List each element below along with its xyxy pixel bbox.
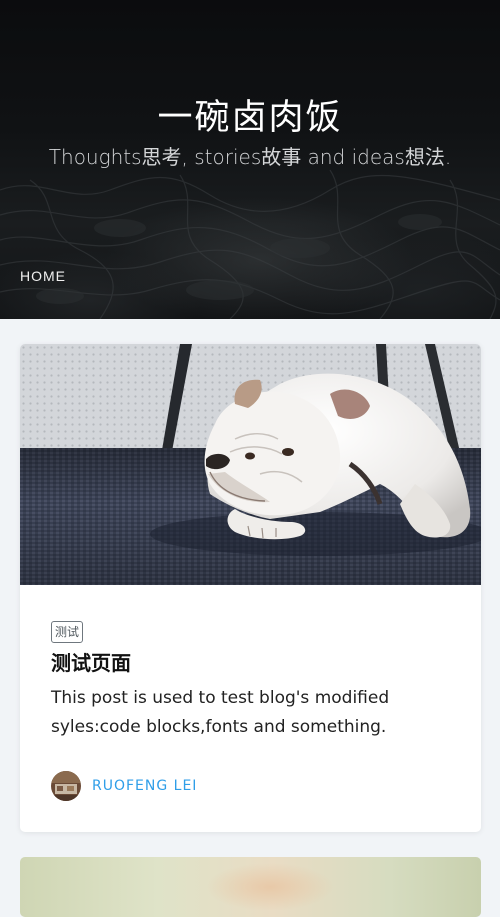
post-excerpt: This post is used to test blog's modifie… bbox=[51, 688, 390, 737]
nav-home-link[interactable]: HOME bbox=[20, 268, 66, 284]
site-subtitle: Thoughts思考, stories故事 and ideas想法. bbox=[48, 145, 452, 169]
author-avatar[interactable] bbox=[51, 771, 81, 801]
post-tag[interactable]: 测试 bbox=[51, 621, 84, 643]
post-author: RUOFENG LEI bbox=[51, 770, 197, 802]
post-cover-image[interactable] bbox=[20, 344, 481, 585]
author-name-link[interactable]: RUOFENG LEI bbox=[92, 778, 197, 794]
next-post-card[interactable] bbox=[20, 857, 481, 917]
site-header: 一碗卤肉饭 Thoughts思考, stories故事 and ideas想法.… bbox=[0, 0, 500, 319]
site-title: 一碗卤肉饭 bbox=[157, 98, 343, 138]
post-card[interactable]: 测试 测试页面 This post is used to test blog's… bbox=[20, 344, 481, 832]
post-title[interactable]: 测试页面 bbox=[51, 648, 131, 678]
